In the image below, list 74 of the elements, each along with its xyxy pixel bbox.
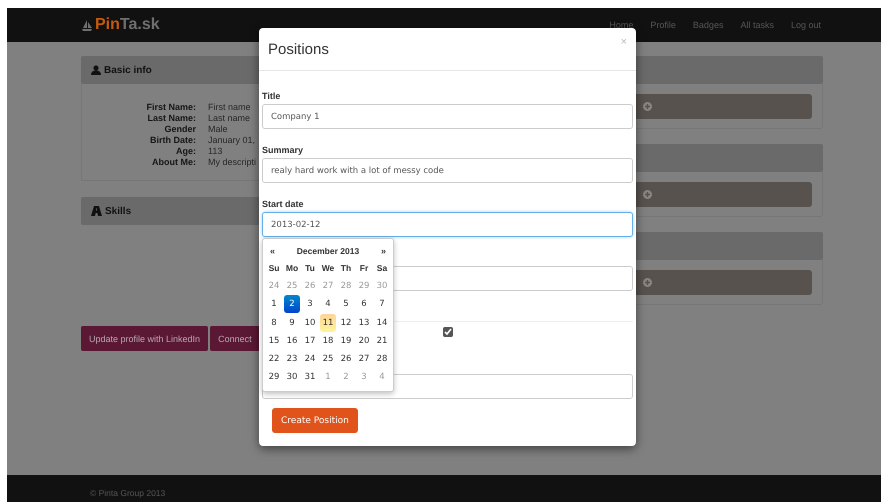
weekday-label: We xyxy=(320,262,336,275)
panel-title: Skills xyxy=(105,206,132,216)
day-cell[interactable]: 13 xyxy=(356,314,372,332)
day-cell[interactable]: 20 xyxy=(356,332,372,350)
input-field[interactable]: 2013-02-12 xyxy=(262,212,633,237)
sailboat-icon xyxy=(81,19,93,31)
person-icon xyxy=(91,65,101,75)
field-value: Male xyxy=(208,124,228,135)
field-label: Birth Date: xyxy=(148,135,197,146)
field-label: About Me: xyxy=(151,157,197,168)
day-cell[interactable]: 17 xyxy=(302,332,318,350)
weekday-label: Tu xyxy=(304,262,316,275)
weekday-label: Th xyxy=(340,262,352,275)
day-cell[interactable]: 9 xyxy=(284,314,300,332)
field-label: Title xyxy=(262,91,282,103)
day-cell[interactable]: 25 xyxy=(320,350,336,368)
checkbox[interactable] xyxy=(443,327,453,337)
day-cell[interactable]: 18 xyxy=(320,332,336,350)
day-cell[interactable]: 26 xyxy=(338,350,354,368)
plus-icon xyxy=(643,278,652,287)
field-label: First Name: xyxy=(145,102,197,113)
plus-icon xyxy=(643,102,652,111)
field-value: First name xyxy=(208,102,251,113)
field-value: 113 xyxy=(208,146,222,157)
day-cell[interactable]: 7 xyxy=(374,295,390,314)
day-cell[interactable]: 14 xyxy=(374,314,390,332)
month-title[interactable]: December 2013 xyxy=(296,246,360,256)
day-cell[interactable]: 8 xyxy=(266,314,282,332)
modal-title: Positions xyxy=(268,40,329,58)
day-cell[interactable]: 12 xyxy=(338,314,354,332)
day-cell[interactable]: 1 xyxy=(266,295,282,314)
field-value: My descripti xyxy=(208,157,256,168)
copyright-text: © Pinta Group 2013 xyxy=(90,488,166,500)
day-cell[interactable]: 31 xyxy=(302,368,318,386)
day-cell[interactable]: 28 xyxy=(374,350,390,368)
day-cell[interactable]: 29 xyxy=(266,368,282,386)
action-button[interactable]: Update profile with LinkedIn xyxy=(81,326,208,351)
day-cell[interactable]: 19 xyxy=(338,332,354,350)
day-cell[interactable]: 15 xyxy=(266,332,282,350)
field-value: Last name xyxy=(208,113,250,124)
road-icon xyxy=(91,206,102,216)
field-label: Age: xyxy=(175,146,197,157)
create-button[interactable]: Create Position xyxy=(272,408,358,433)
day-cell[interactable]: 6 xyxy=(356,295,372,314)
weekday-label: Sa xyxy=(376,262,388,275)
input-field[interactable]: realy hard work with a lot of messy code xyxy=(262,158,633,183)
prev-button[interactable]: « xyxy=(270,246,276,256)
weekday-label: Mo xyxy=(284,262,300,275)
next-button[interactable]: » xyxy=(380,246,386,256)
action-button[interactable]: Connect xyxy=(210,326,260,351)
day-cell[interactable]: 3 xyxy=(302,295,318,314)
field-label: Start date xyxy=(262,199,305,211)
day-cell[interactable]: 24 xyxy=(302,350,318,368)
day-cell[interactable]: 5 xyxy=(338,295,354,314)
day-cell[interactable]: 23 xyxy=(284,350,300,368)
weekday-label: Fr xyxy=(358,262,370,275)
logo-text[interactable]: PinTa.sk xyxy=(95,16,160,34)
field-label: Summary xyxy=(262,145,304,157)
day-cell[interactable]: 22 xyxy=(266,350,282,368)
day-cell[interactable]: 2 xyxy=(284,295,300,314)
day-cell[interactable]: 30 xyxy=(284,368,300,386)
field-label: Last Name: xyxy=(146,113,197,124)
field-label: Gender xyxy=(163,124,197,135)
day-cell[interactable]: 10 xyxy=(302,314,318,332)
day-cell[interactable]: 21 xyxy=(374,332,390,350)
day-cell[interactable]: 27 xyxy=(356,350,372,368)
weekday-label: Su xyxy=(268,262,280,275)
plus-icon xyxy=(643,190,652,199)
input-field[interactable]: Company 1 xyxy=(262,104,633,129)
day-cell[interactable]: 4 xyxy=(320,295,336,314)
day-cell[interactable]: 16 xyxy=(284,332,300,350)
panel-title: Basic info xyxy=(104,64,152,76)
day-cell[interactable]: 11 xyxy=(320,314,336,332)
field-value: January 01, xyxy=(208,135,256,146)
